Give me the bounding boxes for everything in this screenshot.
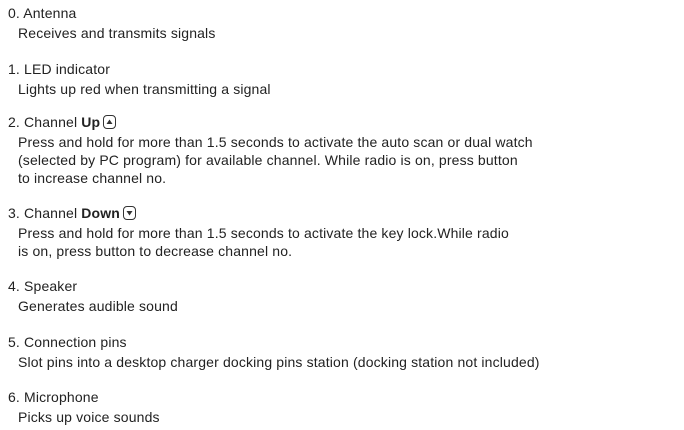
item-description: Receives and transmits signals: [18, 25, 216, 41]
item-description: Generates audible sound: [18, 298, 178, 314]
instruction-document: 0. Antenna Receives and transmits signal…: [0, 0, 684, 430]
list-item-speaker: 4. Speaker Generates audible sound: [8, 277, 680, 315]
list-item-connection-pins: 5. Connection pins Slot pins into a desk…: [8, 333, 680, 371]
item-description: Lights up red when transmitting a signal: [18, 81, 271, 97]
item-title: 6. Microphone: [8, 389, 99, 405]
description-line: (selected by PC program) for available c…: [18, 152, 518, 168]
item-title-prefix: 2. Channel: [8, 114, 82, 130]
description-line: to increase channel no.: [18, 170, 167, 186]
description-line: Press and hold for more than 1.5 seconds…: [18, 134, 533, 150]
item-title: 3. Channel Down: [8, 204, 680, 222]
list-item-channel-down: 3. Channel Down Press and hold for more …: [8, 204, 680, 260]
item-description: Picks up voice sounds: [18, 409, 160, 425]
item-title: 4. Speaker: [8, 278, 78, 294]
up-key-icon: [103, 115, 117, 129]
description-line: is on, press button to decrease channel …: [18, 243, 293, 259]
list-item-antenna: 0. Antenna Receives and transmits signal…: [8, 4, 680, 42]
item-title: 5. Connection pins: [8, 334, 127, 350]
list-item-channel-up: 2. Channel Up Press and hold for more th…: [8, 113, 680, 187]
description-line: Press and hold for more than 1.5 seconds…: [18, 225, 509, 241]
item-title: 2. Channel Up: [8, 113, 680, 131]
item-title: 1. LED indicator: [8, 61, 111, 77]
list-item-led-indicator: 1. LED indicator Lights up red when tran…: [8, 60, 680, 98]
item-description: Press and hold for more than 1.5 seconds…: [8, 224, 680, 260]
down-key-icon: [122, 206, 136, 220]
item-title-bold: Down: [81, 205, 120, 221]
item-title: 0. Antenna: [8, 5, 77, 21]
item-description: Slot pins into a desktop charger docking…: [18, 354, 540, 370]
item-description: Press and hold for more than 1.5 seconds…: [8, 133, 680, 187]
list-item-microphone: 6. Microphone Picks up voice sounds: [8, 388, 680, 426]
item-title-bold: Up: [81, 114, 101, 130]
item-title-prefix: 3. Channel: [8, 205, 82, 221]
